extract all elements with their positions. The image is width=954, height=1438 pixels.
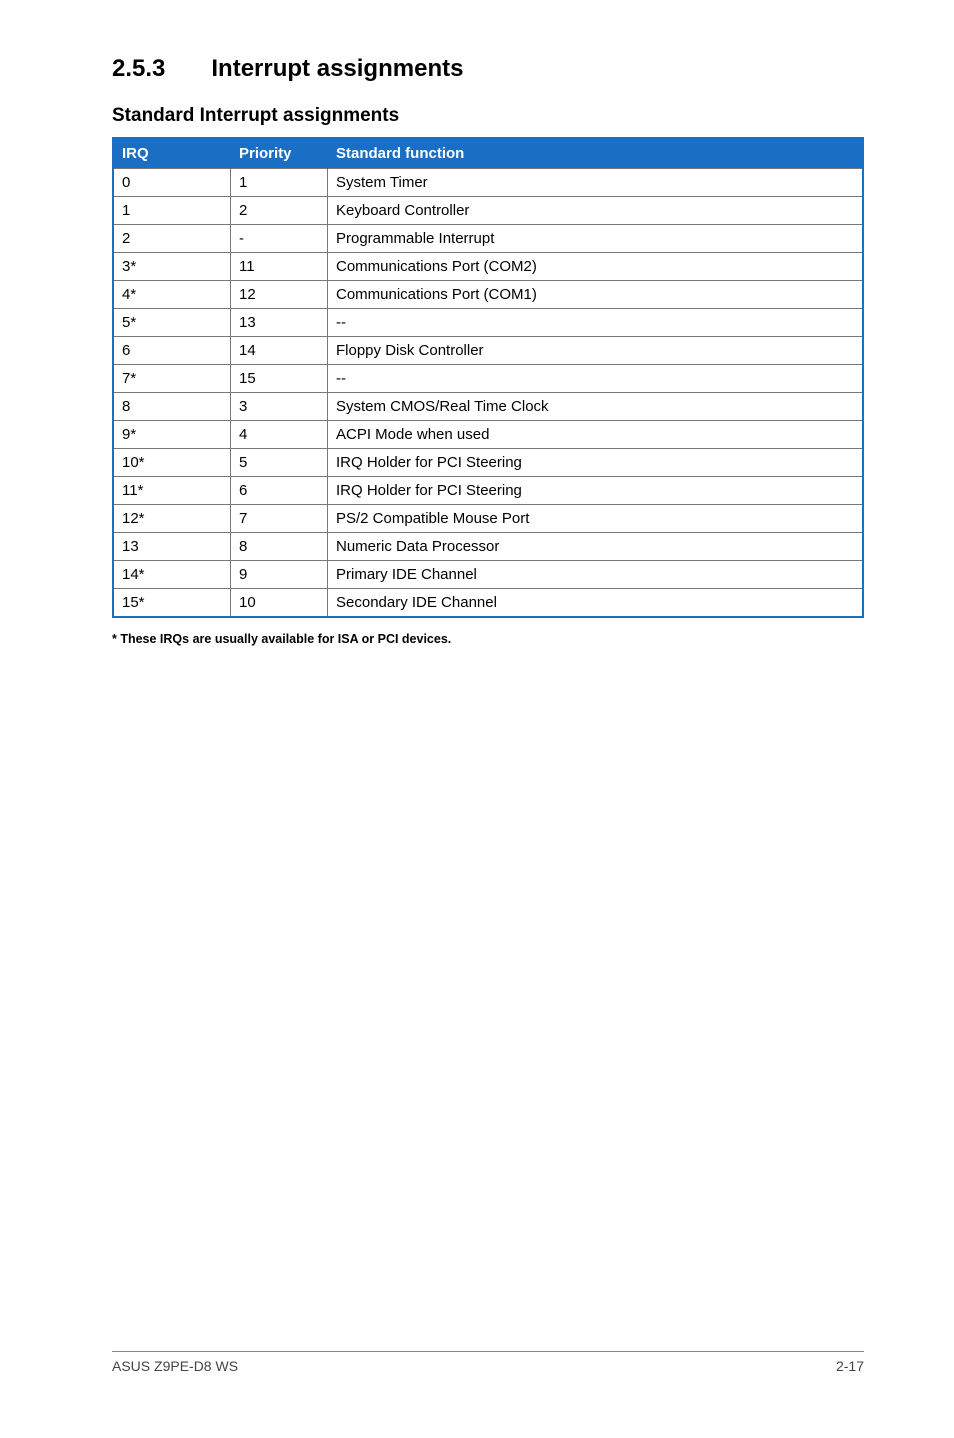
cell-irq: 5* <box>113 309 231 337</box>
cell-function: Numeric Data Processor <box>328 533 864 561</box>
cell-priority: 2 <box>231 197 328 225</box>
cell-priority: - <box>231 225 328 253</box>
cell-irq: 0 <box>113 169 231 197</box>
footer-right: 2-17 <box>836 1358 864 1374</box>
cell-function: -- <box>328 365 864 393</box>
irq-table: IRQ Priority Standard function 0 1 Syste… <box>112 137 864 618</box>
cell-irq: 6 <box>113 337 231 365</box>
page-footer: ASUS Z9PE-D8 WS 2-17 <box>112 1351 864 1374</box>
table-header-row: IRQ Priority Standard function <box>113 138 863 169</box>
cell-irq: 13 <box>113 533 231 561</box>
footer-left: ASUS Z9PE-D8 WS <box>112 1358 238 1374</box>
table-row: 13 8 Numeric Data Processor <box>113 533 863 561</box>
table-row: 2 - Programmable Interrupt <box>113 225 863 253</box>
cell-function: IRQ Holder for PCI Steering <box>328 477 864 505</box>
cell-function: Communications Port (COM2) <box>328 253 864 281</box>
cell-function: ACPI Mode when used <box>328 421 864 449</box>
cell-function: IRQ Holder for PCI Steering <box>328 449 864 477</box>
cell-function: System CMOS/Real Time Clock <box>328 393 864 421</box>
cell-function: Programmable Interrupt <box>328 225 864 253</box>
cell-priority: 13 <box>231 309 328 337</box>
cell-irq: 8 <box>113 393 231 421</box>
cell-irq: 4* <box>113 281 231 309</box>
cell-priority: 6 <box>231 477 328 505</box>
table-row: 3* 11 Communications Port (COM2) <box>113 253 863 281</box>
cell-priority: 4 <box>231 421 328 449</box>
subheading: Standard Interrupt assignments <box>112 105 864 127</box>
cell-priority: 10 <box>231 589 328 618</box>
cell-priority: 15 <box>231 365 328 393</box>
table-row: 10* 5 IRQ Holder for PCI Steering <box>113 449 863 477</box>
table-row: 11* 6 IRQ Holder for PCI Steering <box>113 477 863 505</box>
cell-function: Primary IDE Channel <box>328 561 864 589</box>
cell-priority: 11 <box>231 253 328 281</box>
cell-priority: 3 <box>231 393 328 421</box>
cell-priority: 5 <box>231 449 328 477</box>
cell-irq: 7* <box>113 365 231 393</box>
section-number: 2.5.3 <box>112 55 165 83</box>
table-row: 6 14 Floppy Disk Controller <box>113 337 863 365</box>
cell-irq: 3* <box>113 253 231 281</box>
th-irq: IRQ <box>113 138 231 169</box>
cell-priority: 14 <box>231 337 328 365</box>
table-row: 12* 7 PS/2 Compatible Mouse Port <box>113 505 863 533</box>
cell-priority: 12 <box>231 281 328 309</box>
cell-irq: 2 <box>113 225 231 253</box>
cell-function: PS/2 Compatible Mouse Port <box>328 505 864 533</box>
table-row: 0 1 System Timer <box>113 169 863 197</box>
table-row: 7* 15 -- <box>113 365 863 393</box>
cell-function: Keyboard Controller <box>328 197 864 225</box>
th-function: Standard function <box>328 138 864 169</box>
table-row: 5* 13 -- <box>113 309 863 337</box>
table-row: 9* 4 ACPI Mode when used <box>113 421 863 449</box>
table-row: 14* 9 Primary IDE Channel <box>113 561 863 589</box>
cell-priority: 8 <box>231 533 328 561</box>
cell-irq: 15* <box>113 589 231 618</box>
cell-function: Secondary IDE Channel <box>328 589 864 618</box>
cell-irq: 12* <box>113 505 231 533</box>
cell-irq: 11* <box>113 477 231 505</box>
cell-function: System Timer <box>328 169 864 197</box>
th-priority: Priority <box>231 138 328 169</box>
cell-function: Communications Port (COM1) <box>328 281 864 309</box>
table-row: 15* 10 Secondary IDE Channel <box>113 589 863 618</box>
table-footnote: * These IRQs are usually available for I… <box>112 632 864 646</box>
table-row: 1 2 Keyboard Controller <box>113 197 863 225</box>
section-title: Interrupt assignments <box>211 55 463 82</box>
table-row: 8 3 System CMOS/Real Time Clock <box>113 393 863 421</box>
section-heading: 2.5.3 Interrupt assignments <box>112 55 864 83</box>
cell-priority: 1 <box>231 169 328 197</box>
cell-irq: 9* <box>113 421 231 449</box>
cell-priority: 9 <box>231 561 328 589</box>
table-row: 4* 12 Communications Port (COM1) <box>113 281 863 309</box>
cell-irq: 10* <box>113 449 231 477</box>
cell-irq: 1 <box>113 197 231 225</box>
cell-function: -- <box>328 309 864 337</box>
cell-irq: 14* <box>113 561 231 589</box>
cell-function: Floppy Disk Controller <box>328 337 864 365</box>
cell-priority: 7 <box>231 505 328 533</box>
